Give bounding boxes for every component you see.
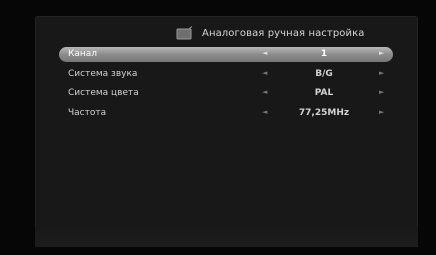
arrow-left-icon[interactable]: ◄ [262, 88, 267, 96]
arrow-left-icon[interactable]: ◄ [262, 108, 267, 116]
setting-label: Система цвета [68, 88, 139, 98]
arrow-left-icon[interactable]: ◄ [262, 69, 267, 77]
setting-row-frequency[interactable]: Частота ◄ 77,25MHz ► [59, 106, 393, 121]
tv-screen: Аналоговая ручная настройка Канал ◄ 1 ► … [0, 0, 436, 255]
setting-row-sound-system[interactable]: Система звука ◄ B/G ► [59, 67, 393, 82]
arrow-right-icon[interactable]: ► [379, 49, 384, 57]
setting-label: Канал [68, 49, 98, 59]
manual-tuning-panel: Аналоговая ручная настройка Канал ◄ 1 ► … [35, 16, 418, 247]
setting-value: PAL [314, 88, 334, 98]
tv-icon [176, 26, 193, 40]
arrow-right-icon[interactable]: ► [379, 69, 384, 77]
setting-row-channel[interactable]: Канал ◄ 1 ► [59, 47, 393, 62]
setting-value: B/G [315, 69, 333, 79]
setting-value: 1 [320, 49, 328, 59]
arrow-right-icon[interactable]: ► [379, 88, 384, 96]
setting-label: Система звука [68, 69, 138, 79]
page-title: Аналоговая ручная настройка [202, 28, 365, 39]
setting-row-color-system[interactable]: Система цвета ◄ PAL ► [59, 86, 393, 101]
setting-value: 77,25MHz [298, 108, 350, 118]
panel-footer [35, 227, 418, 247]
arrow-right-icon[interactable]: ► [379, 108, 384, 116]
arrow-left-icon[interactable]: ◄ [262, 49, 267, 57]
setting-label: Частота [68, 108, 107, 118]
